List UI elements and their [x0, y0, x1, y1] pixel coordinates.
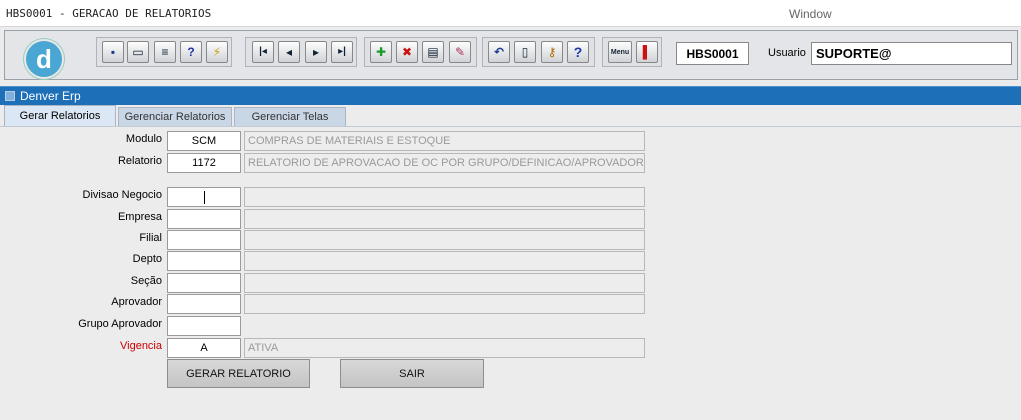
tab-strip: Gerar Relatorios Gerenciar Relatorios Ge…	[0, 105, 1021, 126]
insert-record-button[interactable]: ✚	[370, 41, 392, 63]
modulo-label: Modulo	[125, 133, 162, 145]
list-values-icon: ▤	[427, 45, 439, 59]
aprovador-code-field[interactable]	[167, 294, 241, 314]
previous-record-icon: ◂	[285, 45, 293, 59]
window-icon	[5, 91, 15, 101]
form-code: HBS0001	[676, 42, 749, 65]
divisao-desc-field	[244, 187, 645, 207]
title-bar: HBS0001 - GERACAO DE RELATORIOS Window	[0, 0, 1021, 27]
modulo-code-field[interactable]: SCM	[167, 131, 241, 151]
vigencia-code-field[interactable]: A	[167, 338, 241, 358]
depto-code-field[interactable]	[167, 251, 241, 271]
filial-desc-field	[244, 230, 645, 250]
depto-label: Depto	[132, 253, 162, 265]
previous-record-button[interactable]: ◂	[278, 41, 300, 63]
grupo-aprovador-code-field[interactable]	[167, 316, 241, 336]
secao-label: Seção	[130, 275, 162, 287]
user-label: Usuario	[768, 47, 806, 59]
toolbar: d ▪ ▭ ≡ ? ⚡ |◂ ◂ ▸ ▸| ✚ ✖ ▤ ✎ ↶ ▯ ⚷ ? Me…	[0, 28, 1021, 83]
grupo-aprovador-label: Grupo Aprovador	[78, 318, 162, 330]
empresa-desc-field	[244, 209, 645, 229]
undo-button[interactable]: ↶	[488, 41, 510, 63]
divisao-label: Divisao Negocio	[82, 189, 162, 201]
query-button[interactable]: ?	[180, 41, 202, 63]
relatorio-desc-field: RELATORIO DE APROVACAO DE OC POR GRUPO/D…	[244, 153, 645, 173]
secao-code-field[interactable]	[167, 273, 241, 293]
menu-button[interactable]: Menu	[608, 41, 632, 63]
modulo-desc-field: COMPRAS DE MATERIAIS E ESTOQUE	[244, 131, 645, 151]
save-icon: ▪	[110, 45, 116, 59]
print-button[interactable]: ≡	[154, 41, 176, 63]
insert-record-icon: ✚	[375, 45, 387, 59]
key-button[interactable]: ⚷	[541, 41, 563, 63]
relatorio-label: Relatorio	[117, 155, 162, 167]
clipboard-icon: ▯	[521, 45, 529, 59]
exit-icon: ▌	[642, 45, 652, 59]
next-record-button[interactable]: ▸	[305, 41, 327, 63]
help-icon: ?	[573, 44, 583, 60]
vigencia-desc-field: ATIVA	[244, 338, 645, 358]
divisao-code-field[interactable]	[167, 187, 241, 207]
tab-gerar-relatorios[interactable]: Gerar Relatorios	[4, 105, 116, 126]
exit-button[interactable]: ▌	[636, 41, 658, 63]
relatorio-code-field[interactable]: 1172	[167, 153, 241, 173]
execute-query-button[interactable]: ⚡	[206, 41, 228, 63]
save-button[interactable]: ▪	[102, 41, 124, 63]
window-menu[interactable]: Window	[789, 7, 832, 21]
list-values-button[interactable]: ▤	[422, 41, 444, 63]
menu-icon: Menu	[610, 48, 630, 56]
empresa-code-field[interactable]	[167, 209, 241, 229]
last-record-icon: ▸|	[338, 46, 346, 57]
tab-gerenciar-telas[interactable]: Gerenciar Telas	[234, 107, 346, 126]
user-field[interactable]: SUPORTE@	[811, 42, 1012, 65]
delete-record-icon: ✖	[401, 45, 413, 59]
first-record-button[interactable]: |◂	[252, 41, 274, 63]
last-record-button[interactable]: ▸|	[331, 41, 353, 63]
empresa-label: Empresa	[117, 211, 162, 223]
secao-desc-field	[244, 273, 645, 293]
delete-record-button[interactable]: ✖	[396, 41, 418, 63]
aprovador-desc-field	[244, 294, 645, 314]
help-button[interactable]: ?	[567, 41, 589, 63]
logo-letter: d	[36, 44, 52, 74]
first-record-icon: |◂	[259, 46, 267, 57]
denver-logo: d	[24, 39, 64, 79]
generate-report-button[interactable]: GERAR RELATORIO	[167, 359, 310, 388]
inner-window-header: Denver Erp	[0, 86, 1021, 105]
filial-label: Filial	[139, 232, 162, 244]
query-help-icon: ?	[187, 45, 195, 59]
text-caret	[204, 190, 205, 204]
depto-desc-field	[244, 251, 645, 271]
print-icon: ≡	[161, 45, 169, 59]
edit-icon: ✎	[454, 45, 466, 59]
next-record-icon: ▸	[312, 45, 320, 59]
key-icon: ⚷	[547, 45, 557, 59]
filial-code-field[interactable]	[167, 230, 241, 250]
tab-gerenciar-relatorios[interactable]: Gerenciar Relatorios	[118, 107, 232, 126]
execute-query-icon: ⚡	[212, 45, 222, 59]
clipboard-button[interactable]: ▯	[514, 41, 536, 63]
aprovador-label: Aprovador	[111, 296, 162, 308]
vigencia-label: Vigencia	[120, 340, 162, 352]
print-preview-button[interactable]: ▭	[127, 41, 149, 63]
undo-icon: ↶	[493, 45, 505, 59]
inner-window-caption: Denver Erp	[20, 89, 81, 103]
exit-form-button[interactable]: SAIR	[340, 359, 484, 388]
print-preview-icon: ▭	[132, 45, 144, 59]
edit-button[interactable]: ✎	[449, 41, 471, 63]
window-title: HBS0001 - GERACAO DE RELATORIOS	[6, 7, 212, 20]
